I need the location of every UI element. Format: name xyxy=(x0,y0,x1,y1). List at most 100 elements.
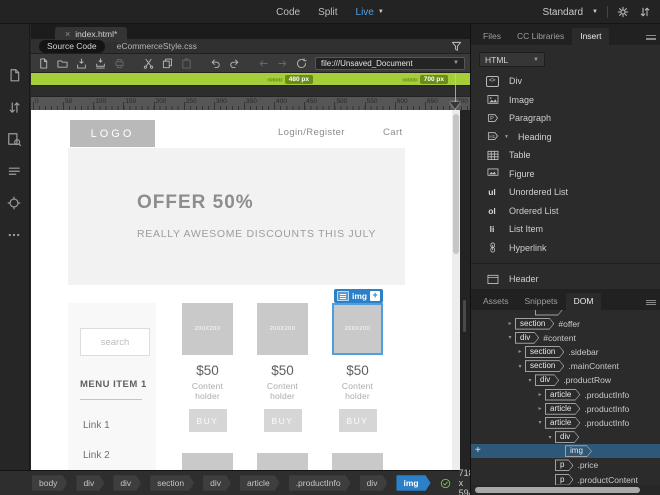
insert-item-heading[interactable]: H1 ▼ Heading xyxy=(471,128,660,147)
breakpoint-480[interactable]: ««««« 480 px xyxy=(267,75,313,84)
media-query-bar[interactable]: ««««« 480 px ««««« 700 px xyxy=(31,73,470,86)
chevron-down-icon[interactable]: ▼ xyxy=(504,134,509,140)
panel-menu-icon[interactable] xyxy=(646,299,656,305)
dom-tag-shape[interactable]: article xyxy=(545,403,580,415)
product-image[interactable]: 200X200 xyxy=(182,303,233,355)
dom-add-element-icon[interactable]: + xyxy=(475,445,481,456)
chevron-down-icon[interactable]: ▼ xyxy=(453,60,459,66)
split-view-button[interactable]: Split xyxy=(318,7,337,18)
dom-tag-shape[interactable]: div xyxy=(515,332,539,344)
insert-item-hyperlink[interactable]: Hyperlink xyxy=(471,239,660,258)
page-logo[interactable]: LOGO xyxy=(70,120,155,147)
collapse-arrow-icon[interactable]: ▾ xyxy=(545,434,555,441)
add-element-icon[interactable]: + xyxy=(370,291,381,301)
dom-tag-shape[interactable]: section xyxy=(525,360,564,372)
breakpoint-700[interactable]: ««««« 700 px xyxy=(402,75,448,84)
product-image-next-row[interactable] xyxy=(257,453,308,470)
save-all-icon[interactable] xyxy=(93,56,108,70)
dom-horizontal-scrollbar[interactable] xyxy=(471,485,660,495)
expand-arrow-icon[interactable]: ▸ xyxy=(535,405,545,412)
redo-icon[interactable] xyxy=(227,56,242,70)
undo-icon[interactable] xyxy=(208,56,223,70)
buy-button[interactable]: BUY xyxy=(188,409,227,432)
more-icon[interactable] xyxy=(7,228,22,243)
tag-selector-item[interactable]: body xyxy=(32,475,67,491)
search-input[interactable]: search xyxy=(80,328,150,356)
panel-tab-files[interactable]: Files xyxy=(475,28,509,45)
related-file-css[interactable]: eCommerceStyle.css xyxy=(117,41,197,51)
insert-category-dropdown[interactable]: HTML ▼ xyxy=(479,52,545,67)
collapse-arrow-icon[interactable]: ▾ xyxy=(505,334,515,341)
product-image-next-row[interactable] xyxy=(332,453,383,470)
gear-icon[interactable] xyxy=(617,6,630,19)
panel-tab-assets[interactable]: Assets xyxy=(475,293,517,310)
insert-item-header[interactable]: Header xyxy=(471,270,660,289)
expand-arrow-icon[interactable]: ▸ xyxy=(505,320,515,327)
save-icon[interactable] xyxy=(74,56,89,70)
dom-node-article-productInfo[interactable]: ▸ article .productInfo xyxy=(471,387,660,401)
refresh-icon[interactable] xyxy=(294,56,309,70)
dom-node-article-productInfo[interactable]: ▸ article .productInfo xyxy=(471,402,660,416)
cut-icon[interactable] xyxy=(141,56,156,70)
dom-node-img[interactable]: + img xyxy=(471,444,660,459)
sidebar-link-2[interactable]: Link 2 xyxy=(83,450,110,461)
dom-tag-shape[interactable]: article xyxy=(545,417,580,429)
close-icon[interactable]: × xyxy=(65,29,70,39)
collapse-arrow-icon[interactable]: ▾ xyxy=(525,377,535,384)
element-display-hud[interactable]: img + xyxy=(334,289,384,303)
product-image-next-row[interactable] xyxy=(182,453,233,470)
expand-arrow-icon[interactable]: ▸ xyxy=(515,348,525,355)
product-image[interactable]: 200X200 xyxy=(257,303,308,355)
dom-node-div[interactable]: ▾ div xyxy=(471,430,660,444)
dom-node-section-mainContent[interactable]: ▾ section .mainContent xyxy=(471,359,660,373)
code-view-button[interactable]: Code xyxy=(276,7,300,18)
buy-button[interactable]: BUY xyxy=(263,409,302,432)
tag-selector-selected[interactable]: img xyxy=(396,475,430,491)
insert-item-image[interactable]: Image xyxy=(471,91,660,110)
dom-node-p-productContent[interactable]: p .productContent xyxy=(471,473,660,485)
dom-tag-shape[interactable]: div xyxy=(555,431,579,443)
product-image[interactable]: 200X200 xyxy=(332,303,383,355)
live-view-button[interactable]: Live ▼ xyxy=(356,7,384,18)
insert-item-unordered-list[interactable]: ul Unordered List xyxy=(471,183,660,202)
viewport-marker-handle[interactable] xyxy=(450,102,460,109)
collapse-arrow-icon[interactable]: ▾ xyxy=(535,419,545,426)
panel-tab-dom[interactable]: DOM xyxy=(565,292,602,310)
insert-item-list-item[interactable]: li List Item xyxy=(471,220,660,239)
panel-tab-insert[interactable]: Insert xyxy=(572,28,610,45)
insert-item-div[interactable]: <> Div xyxy=(471,72,660,91)
tag-selector-item[interactable]: div xyxy=(113,475,141,491)
inspect-icon[interactable] xyxy=(7,196,22,211)
dom-tag-shape[interactable]: p xyxy=(555,474,573,485)
dom-tag-shape[interactable]: img xyxy=(565,445,592,457)
nav-login-register-link[interactable]: Login/Register xyxy=(278,127,345,138)
workspace-switcher[interactable]: Standard xyxy=(542,7,583,18)
insert-item-table[interactable]: Table xyxy=(471,146,660,165)
panel-menu-icon[interactable] xyxy=(646,35,656,40)
dom-tag-shape[interactable]: div xyxy=(535,374,559,386)
nav-cart-link[interactable]: Cart xyxy=(383,127,403,138)
code-preview-icon[interactable] xyxy=(7,132,22,147)
dom-node-p-price[interactable]: p .price xyxy=(471,458,660,472)
source-code-button[interactable]: Source Code xyxy=(39,39,105,53)
scrollbar-thumb[interactable] xyxy=(453,114,459,254)
dom-node-section-sidebar[interactable]: ▸ section .sidebar xyxy=(471,345,660,359)
copy-icon[interactable] xyxy=(160,56,175,70)
collapse-arrow-icon[interactable]: ▾ xyxy=(515,363,525,370)
tag-selector-item[interactable]: div xyxy=(76,475,104,491)
insert-item-paragraph[interactable]: P Paragraph xyxy=(471,109,660,128)
offer-section[interactable]: OFFER 50% REALLY AWESOME DISCOUNTS THIS … xyxy=(68,148,405,285)
panel-tab-cc-libraries[interactable]: CC Libraries xyxy=(509,28,572,45)
align-lines-icon[interactable] xyxy=(7,164,22,179)
swap-arrows-icon[interactable] xyxy=(7,100,22,115)
panel-tab-snippets[interactable]: Snippets xyxy=(517,293,566,310)
tag-selector-item[interactable]: section xyxy=(150,475,194,491)
insert-item-ordered-list[interactable]: ol Ordered List xyxy=(471,202,660,221)
url-bar[interactable]: file:///Unsaved_Document ▼ xyxy=(315,56,465,70)
filter-funnel-icon[interactable] xyxy=(451,41,462,52)
sync-arrows-icon[interactable] xyxy=(639,6,652,19)
new-file-icon[interactable] xyxy=(36,56,51,70)
dom-tag-shape[interactable]: section xyxy=(525,346,564,358)
tag-selector-item[interactable]: div xyxy=(203,475,231,491)
dom-node-div-productRow[interactable]: ▾ div .productRow xyxy=(471,373,660,387)
